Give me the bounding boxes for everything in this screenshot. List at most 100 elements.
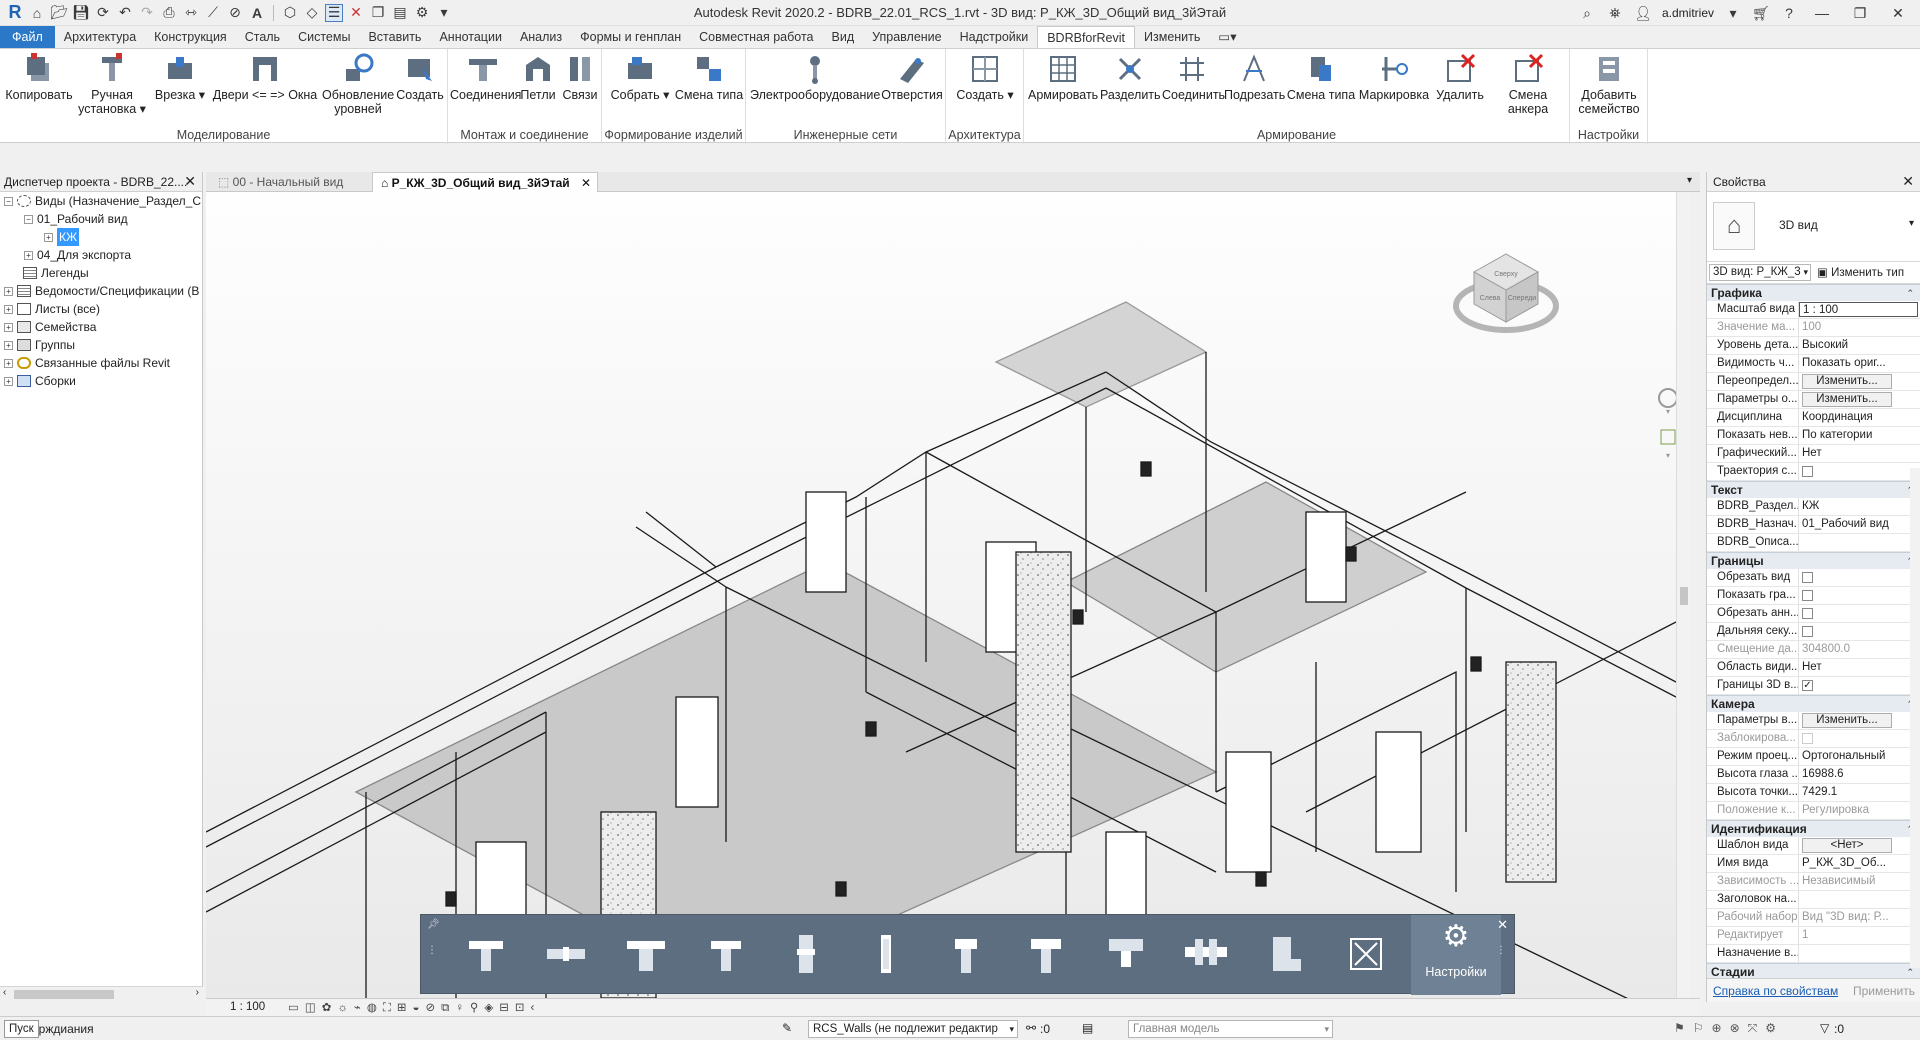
property-value[interactable]: КЖ (1799, 498, 1920, 515)
properties-help-link[interactable]: Справка по свойствам (1713, 984, 1838, 998)
tee-down-icon[interactable] (1101, 929, 1151, 979)
scroll-left-icon[interactable]: ‹ (3, 987, 6, 998)
minimize-button[interactable]: — (1808, 5, 1836, 21)
dropdown-icon[interactable]: ▾ (435, 4, 453, 22)
view-select[interactable]: 3D вид: Р_КЖ_3 ▾ (1709, 264, 1811, 281)
vertical-scrollbar[interactable] (1676, 192, 1690, 998)
tee-connection-icon[interactable] (461, 929, 511, 979)
design-option-select[interactable]: Главная модель ▾ (1128, 1020, 1333, 1038)
connections-button[interactable]: Соединения (450, 53, 521, 102)
electrical-button[interactable]: Электрооборудование (750, 53, 880, 102)
3d-view-icon[interactable]: ⬡ (281, 4, 299, 22)
vertical-panel-icon[interactable] (861, 929, 911, 979)
scroll-thumb[interactable] (1680, 587, 1688, 605)
redo-icon[interactable]: ↷ (138, 4, 156, 22)
copy-button[interactable]: Копировать (4, 53, 74, 102)
revit-logo-icon[interactable]: R (6, 2, 24, 22)
ties-button[interactable]: Связи (560, 53, 600, 102)
change-anchor-button[interactable]: Смена анкера (1488, 53, 1568, 116)
expand-icon[interactable]: + (44, 232, 53, 242)
chevron-down-icon[interactable]: ▾ (1724, 4, 1742, 22)
close-icon[interactable]: ✕ (184, 173, 196, 190)
property-value[interactable]: Нет (1799, 659, 1920, 676)
property-checkbox[interactable]: ✓ (1802, 680, 1813, 691)
properties-section[interactable]: Границы⌃ (1707, 552, 1920, 569)
expand-icon[interactable]: + (4, 304, 13, 314)
collapse-icon[interactable]: − (24, 214, 33, 224)
tools-icon[interactable]: ⚙ (413, 4, 431, 22)
expand-icon[interactable]: + (24, 250, 33, 260)
tab-3d-view[interactable]: ⌂ Р_КЖ_3D_Общий вид_3йЭтай ✕ (372, 172, 598, 192)
cart-icon[interactable]: 🛒︎ (1752, 4, 1770, 22)
tab-analyze[interactable]: Анализ (511, 26, 571, 48)
openings-button[interactable]: Отверстия (880, 53, 944, 102)
loops-button[interactable]: Петли (518, 53, 558, 102)
selection-icons[interactable]: ⚑⚐⊕⊗⤧⚙ (1674, 1021, 1784, 1036)
tree-export[interactable]: + 04_Для экспорта (24, 246, 131, 264)
close-button[interactable]: ✕ (1884, 5, 1912, 22)
tab-file[interactable]: Файл (0, 26, 55, 48)
add-family-button[interactable]: Добавить семейство (1572, 53, 1646, 116)
property-value[interactable] (1799, 945, 1920, 962)
properties-section[interactable]: Идентификация⌃ (1707, 820, 1920, 837)
close-icon[interactable]: ✕ (1497, 917, 1508, 933)
edit-button[interactable]: Изменить... (1802, 374, 1892, 389)
dimension-icon[interactable]: ⟋ (204, 4, 222, 22)
view-scale[interactable]: 1 : 100 (230, 1001, 265, 1013)
user-name[interactable]: a.dmitriev (1662, 6, 1714, 20)
tree-schedules[interactable]: + Ведомости/Спецификации (В (4, 282, 199, 300)
vertical-joint-icon[interactable] (781, 929, 831, 979)
property-checkbox[interactable] (1802, 466, 1813, 477)
change-type-button[interactable]: Смена типа (674, 53, 744, 102)
3d-viewport[interactable]: Сверху Слева Спереди ▾ ▾ (206, 192, 1690, 998)
design-options-icon[interactable]: ▤ (1082, 1021, 1093, 1035)
collapse-icon[interactable]: ⌃ (1906, 285, 1914, 302)
properties-section[interactable]: Текст⌃ (1707, 481, 1920, 498)
l-panel-icon[interactable] (1261, 929, 1311, 979)
tree-views[interactable]: − Виды (Назначение_Раздел_С (4, 192, 201, 210)
edit-button[interactable]: <Нет> (1802, 838, 1892, 853)
assemble-button[interactable]: Собрать ▾ (606, 53, 674, 102)
property-value[interactable] (1799, 891, 1920, 908)
property-checkbox[interactable] (1802, 572, 1813, 583)
horizontal-scrollbar[interactable]: ‹ › (0, 986, 203, 1002)
tab-structure[interactable]: Конструкция (145, 26, 236, 48)
tab-addins[interactable]: Надстройки (951, 26, 1038, 48)
text-icon[interactable]: A (248, 4, 266, 22)
tree-kzh[interactable]: + КЖ (44, 228, 80, 246)
open-icon[interactable]: 📂︎ (50, 4, 68, 22)
update-levels-button[interactable]: Обновление уровней (322, 53, 394, 116)
user-icon[interactable]: 👤︎ (1634, 4, 1652, 22)
property-value[interactable]: 7429.1 (1799, 784, 1920, 801)
filter-icon[interactable]: ▽ (1820, 1021, 1829, 1035)
tile-icon[interactable]: ▤ (391, 4, 409, 22)
measure-icon[interactable]: ⇿ (182, 4, 200, 22)
edit-button[interactable]: Изменить... (1802, 713, 1892, 728)
save-icon[interactable]: 💾︎ (72, 4, 90, 22)
tee-wide-icon[interactable] (621, 929, 671, 979)
property-value[interactable]: 01_Рабочий вид (1799, 516, 1920, 533)
restore-button[interactable]: ❐ (1846, 5, 1874, 22)
tab-bdrbforrevit[interactable]: BDRBforRevit (1037, 26, 1136, 48)
drag-handle-icon[interactable]: ⋮ (1496, 945, 1506, 956)
tree-sheets[interactable]: + Листы (все) (4, 300, 100, 318)
viewcube-left-label[interactable]: Слева (1480, 295, 1501, 302)
tree-groups[interactable]: + Группы (4, 336, 75, 354)
straight-connection-icon[interactable] (541, 929, 591, 979)
expand-icon[interactable]: + (4, 340, 13, 350)
tab-architecture[interactable]: Архитектура (55, 26, 145, 48)
collaborate-icon[interactable]: ⛯ (1606, 4, 1624, 22)
create-arch-button[interactable]: Создать ▾ (950, 53, 1020, 102)
property-value[interactable]: Высокий (1799, 337, 1920, 354)
property-value[interactable]: Ортогональный (1799, 748, 1920, 765)
tree-assemblies[interactable]: + Сборки (4, 372, 76, 390)
properties-section[interactable]: Камера⌃ (1707, 695, 1920, 712)
properties-section[interactable]: Графика ⌃ (1707, 284, 1920, 301)
collapse-icon[interactable]: − (4, 196, 13, 206)
reinforce-button[interactable]: Армировать (1028, 53, 1098, 102)
print-icon[interactable]: ⎙ (160, 4, 178, 22)
insert-cut-button[interactable]: Врезка ▾ (152, 53, 208, 102)
tree-revit-links[interactable]: + Связанные файлы Revit (4, 354, 170, 372)
section-icon[interactable]: ◇ (303, 4, 321, 22)
tab-modify[interactable]: Изменить (1135, 26, 1209, 48)
